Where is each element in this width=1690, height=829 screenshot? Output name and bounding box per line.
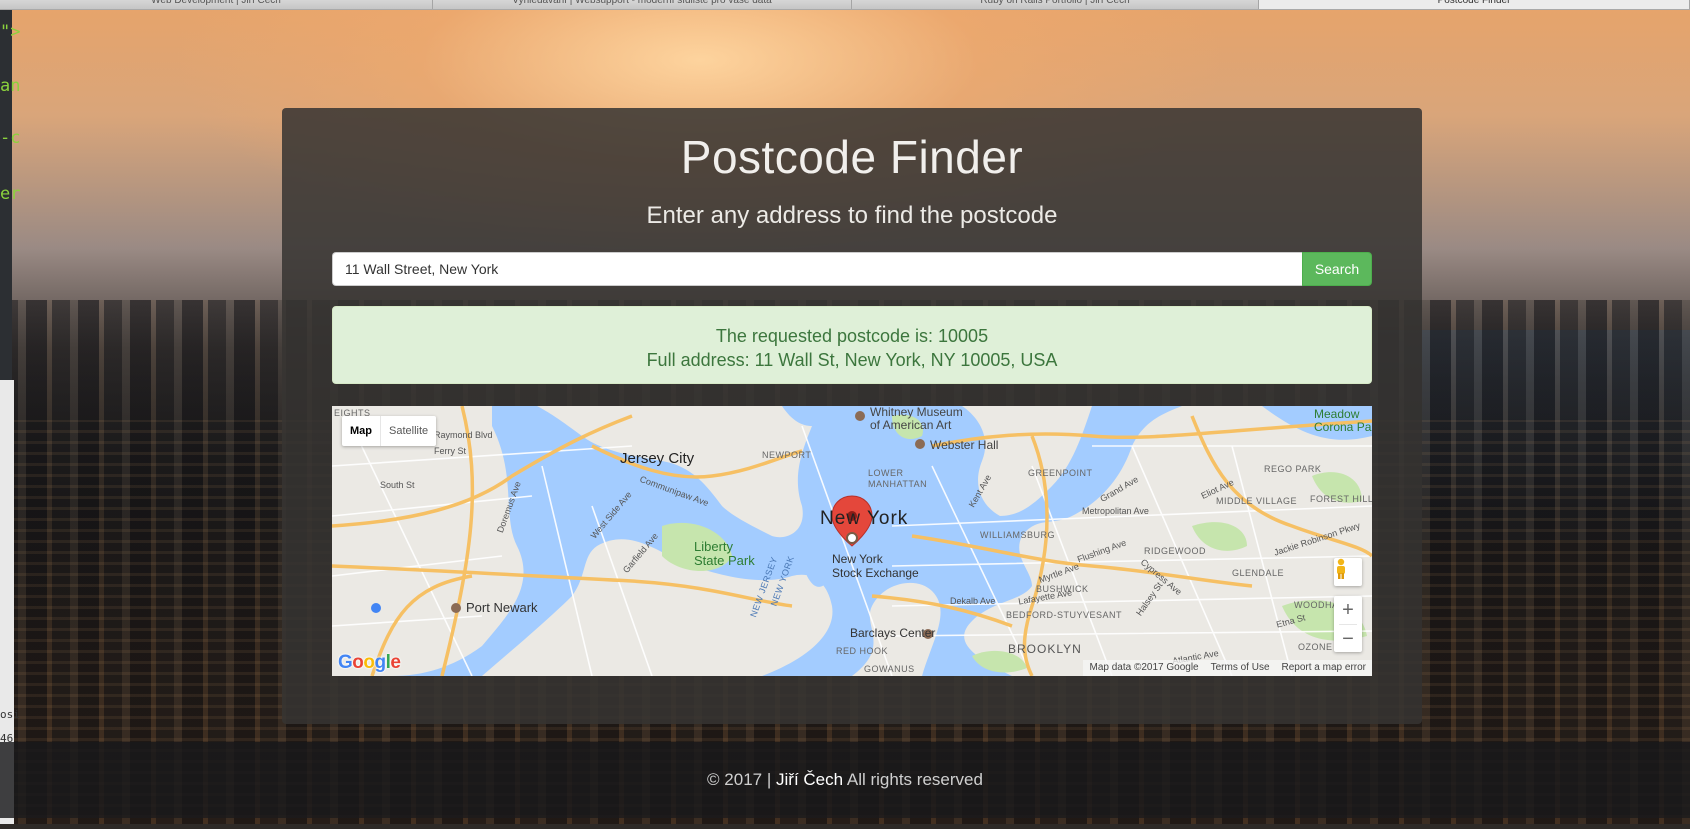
result-alert: The requested postcode is: 10005 Full ad… [332, 306, 1372, 384]
browser-tab-strip: Web Development | Jiří Čech Vyhledávání … [0, 0, 1690, 10]
map-label: RIDGEWOOD [1144, 546, 1206, 556]
map-label: BEDFORD-STUYVESANT [1006, 610, 1123, 620]
map-label: Webster Hall [930, 438, 999, 452]
map-label: FOREST HILLS [1310, 494, 1372, 504]
search-button[interactable]: Search [1302, 252, 1372, 286]
map-label: RED HOOK [836, 646, 889, 656]
finder-panel: Postcode Finder Enter any address to fin… [282, 108, 1422, 724]
browser-tab[interactable]: Ruby on Rails Portfolio | Jiří Čech [852, 0, 1259, 9]
footer-copyright: © 2017 | [707, 770, 772, 789]
map-type-map-button[interactable]: Map [342, 416, 381, 446]
postcode-result: The requested postcode is: 10005 [715, 326, 989, 346]
map-label: Ferry St [434, 446, 467, 456]
page-footer: © 2017 | Jiří Čech All rights reserved [0, 742, 1690, 818]
footer-author-link[interactable]: Jiří Čech [776, 770, 843, 789]
map-label: Meadow Corona Pa [1314, 407, 1372, 434]
map-label: Raymond Blvd [434, 430, 493, 440]
zoom-out-button[interactable]: − [1334, 625, 1362, 653]
google-map[interactable]: EIGHTS Jersey City New York New York Sto… [332, 406, 1372, 676]
map-label: REGO PARK [1264, 464, 1322, 474]
map-label: BROOKLYN [1008, 642, 1082, 656]
map-type-control: Map Satellite [342, 416, 437, 446]
editor-fragment: "> [0, 22, 21, 42]
map-label: LOWER MANHATTAN [868, 468, 928, 489]
bottom-edge [0, 824, 1690, 829]
map-attribution: Map data ©2017 Google Terms of Use Repor… [1083, 660, 1372, 676]
browser-tab[interactable]: Web Development | Jiří Čech [0, 0, 433, 9]
zoom-control: + − [1334, 596, 1362, 652]
map-label: Jersey City [620, 450, 695, 467]
map-label: MIDDLE VILLAGE [1216, 496, 1298, 506]
map-label: GOWANUS [864, 664, 915, 674]
map-label: Dekalb Ave [950, 596, 996, 606]
pegman-icon[interactable] [1334, 558, 1362, 586]
zoom-in-button[interactable]: + [1334, 596, 1362, 624]
editor-fragment: osi [0, 708, 20, 721]
browser-tab[interactable]: Vyhledávání | Websupport - moderní sídli… [433, 0, 852, 9]
map-label: Barclays Center [850, 626, 936, 640]
page-title: Postcode Finder [680, 131, 1024, 183]
map-label: South St [380, 480, 415, 490]
map-label: NEWPORT [762, 450, 812, 460]
report-map-error-link[interactable]: Report a map error [1276, 660, 1372, 676]
address-input[interactable] [332, 252, 1302, 286]
map-label: GREENPOINT [1028, 468, 1093, 478]
map-label: Port Newark [466, 600, 538, 615]
editor-fragment: er [0, 184, 21, 204]
full-address-result: Full address: 11 Wall St, New York, NY 1… [646, 350, 1058, 370]
editor-fragment: an [0, 76, 21, 96]
map-label: Liberty State Park [694, 539, 755, 568]
map-data-credit: Map data ©2017 Google [1089, 662, 1199, 673]
search-form: Search [332, 252, 1372, 286]
terms-of-use-link[interactable]: Terms of Use [1205, 660, 1276, 676]
footer-rights: All rights reserved [846, 770, 983, 789]
map-label: Metropolitan Ave [1082, 506, 1149, 516]
google-logo: Google [338, 652, 401, 673]
page-subtitle: Enter any address to find the postcode [646, 202, 1058, 229]
map-label: GLENDALE [1232, 568, 1285, 578]
browser-tab-active[interactable]: Postcode Finder [1259, 0, 1690, 9]
map-label: WILLIAMSBURG [980, 530, 1056, 540]
map-type-satellite-button[interactable]: Satellite [381, 416, 436, 446]
map-label: New York Stock Exchange [832, 552, 919, 580]
map-label: Whitney Museum of American Art [870, 406, 963, 432]
map-label: New York [820, 508, 909, 529]
editor-fragment: -c [0, 128, 21, 148]
